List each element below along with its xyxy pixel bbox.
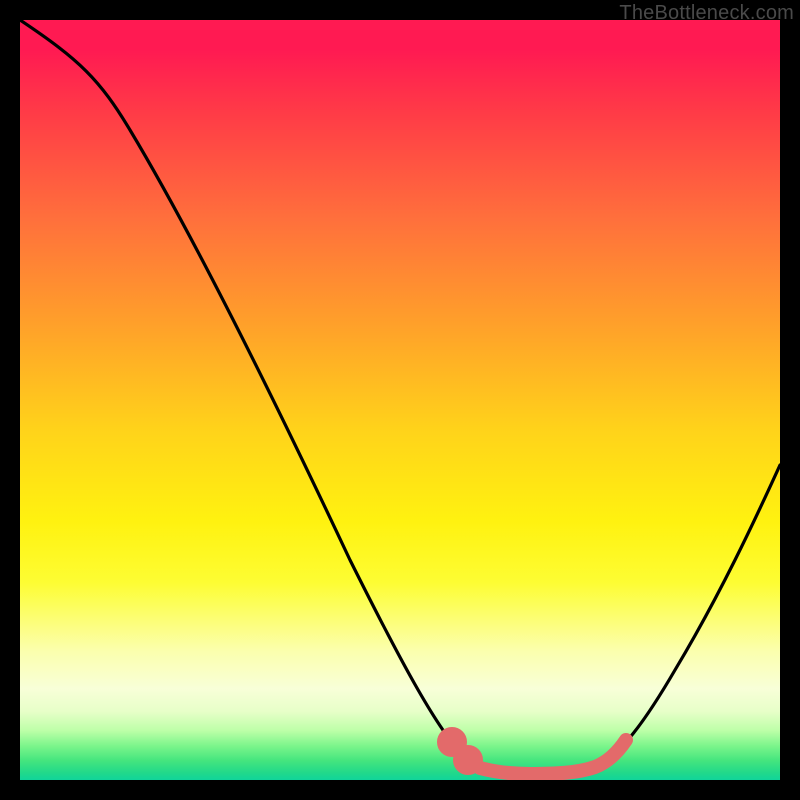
watermark-text: TheBottleneck.com <box>619 2 794 25</box>
curve-layer <box>20 20 780 780</box>
marker-segment <box>480 740 626 774</box>
bottleneck-curve <box>20 20 780 773</box>
chart-frame: TheBottleneck.com <box>0 0 800 800</box>
plot-area <box>20 20 780 780</box>
highlight-region <box>444 734 626 774</box>
marker-dot <box>444 734 460 750</box>
